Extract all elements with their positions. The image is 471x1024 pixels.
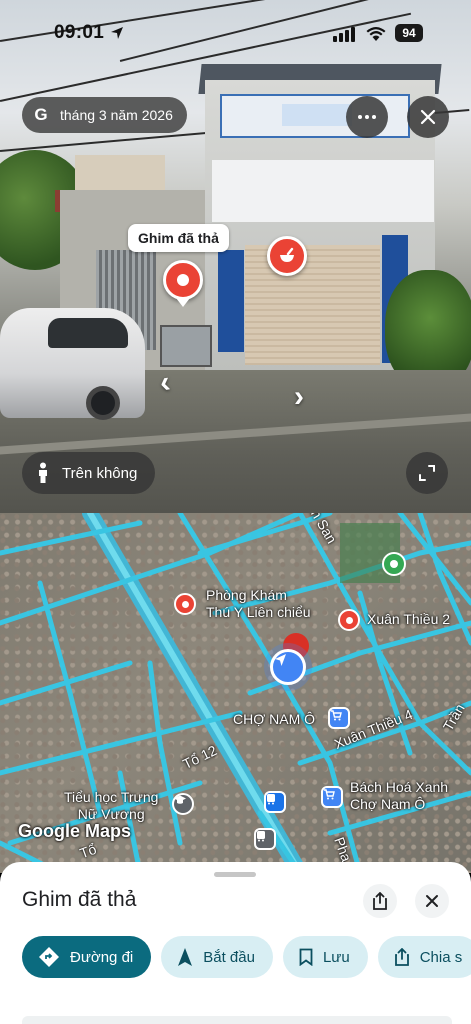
pharmacy-place-marker[interactable] (267, 236, 307, 276)
shopping-cart-icon (331, 710, 342, 721)
aerial-view-button[interactable]: Trên không (22, 452, 156, 494)
start-label: Bắt đầu (203, 948, 255, 966)
bus-icon (267, 794, 275, 805)
car-window (48, 318, 128, 348)
label-bach-hoa-xanh[interactable]: Bách Hoá Xanh Chợ Nam Ô (350, 779, 448, 813)
bus-icon (257, 831, 265, 842)
pin-tail (176, 298, 190, 307)
current-location-marker[interactable] (270, 649, 306, 685)
google-maps-logo: Google Maps (18, 821, 132, 841)
xuan-thieu-2-pin[interactable] (338, 609, 360, 631)
wifi-icon (366, 27, 386, 41)
bus-stop-pin[interactable] (264, 791, 286, 813)
bookmark-icon (299, 948, 313, 966)
market-pin[interactable] (328, 707, 350, 729)
navigation-icon (178, 948, 193, 966)
save-label: Lưu (322, 948, 350, 966)
expand-button[interactable] (406, 452, 448, 494)
car-wheel (86, 386, 120, 420)
status-time: 09:01 (54, 22, 105, 43)
start-button[interactable]: Bắt đầu (161, 936, 273, 978)
battery-indicator: 94 (395, 24, 423, 42)
close-icon (426, 895, 438, 907)
cellular-signal-icon (333, 27, 355, 42)
share-icon (373, 892, 387, 910)
directions-button[interactable]: Đường đi (22, 936, 152, 978)
mortar-pestle-icon (280, 247, 294, 262)
label-cho-nam-o[interactable]: CHỢ NAM Ô (233, 711, 315, 728)
pharmacy-sign (218, 250, 244, 352)
store-sign-panel (212, 160, 434, 222)
sheet-grabber[interactable] (214, 872, 256, 877)
share-icon-button[interactable] (363, 884, 397, 918)
vet-clinic-pin[interactable] (174, 593, 196, 615)
status-bar: 09:01 94 (0, 0, 471, 62)
sheet-next-section (22, 1016, 452, 1024)
street-view-panorama[interactable]: 09:01 94 G tháng 3 năm 2026 Ghim đã thả … (0, 0, 471, 513)
directions-label: Đường đi (70, 948, 134, 966)
save-button[interactable]: Lưu (282, 936, 368, 978)
close-icon (420, 109, 436, 125)
label-vet-clinic[interactable]: Phòng Khám Thú Y Liên chiểu (206, 587, 311, 621)
imagery-date-chip[interactable]: G tháng 3 năm 2026 (22, 97, 187, 133)
share-button[interactable]: Chia s (377, 936, 471, 978)
imagery-date: tháng 3 năm 2026 (60, 107, 173, 123)
place-bottom-sheet[interactable]: Ghim đã thả Đường đi Bắt đầu Lưu Chia s (0, 862, 471, 1024)
google-g-icon: G (34, 105, 48, 124)
school-pin[interactable] (172, 793, 194, 815)
dropped-pin-label[interactable]: Ghim đã thả (128, 224, 229, 252)
location-arrow-icon (111, 27, 123, 39)
more-dots-icon (358, 115, 376, 119)
aerial-view-label: Trên không (62, 464, 138, 482)
label-tieu-hoc[interactable]: Tiểu học Trưng Nữ Vương (64, 789, 158, 823)
map-view[interactable]: Phòng Khám Thú Y Liên chiểu Xuân Thiều 2… (0, 513, 471, 873)
share-icon (394, 948, 409, 966)
bus-stop-pin-2[interactable] (254, 828, 276, 850)
park-pin[interactable] (382, 552, 406, 576)
dropped-pin-marker[interactable] (163, 260, 203, 300)
directions-icon (39, 947, 59, 967)
rolling-shutter (245, 245, 380, 365)
share-label: Chia s (419, 948, 463, 966)
nav-arrow-right[interactable]: › (294, 380, 304, 414)
close-sheet-button[interactable] (415, 884, 449, 918)
street-cart (160, 325, 212, 367)
background-house (75, 155, 165, 195)
shopping-cart-icon (324, 789, 335, 800)
close-street-view-button[interactable] (407, 96, 449, 138)
graduation-cap-icon (174, 795, 186, 804)
action-chips: Đường đi Bắt đầu Lưu Chia s (22, 936, 471, 978)
person-icon (39, 462, 47, 483)
sheet-title: Ghim đã thả (22, 888, 137, 911)
expand-icon (419, 465, 435, 481)
more-options-button[interactable] (346, 96, 388, 138)
label-xuan-thieu-2[interactable]: Xuân Thiều 2 (367, 611, 450, 628)
store-pin[interactable] (321, 786, 343, 808)
navigation-arrow-icon (275, 654, 286, 666)
